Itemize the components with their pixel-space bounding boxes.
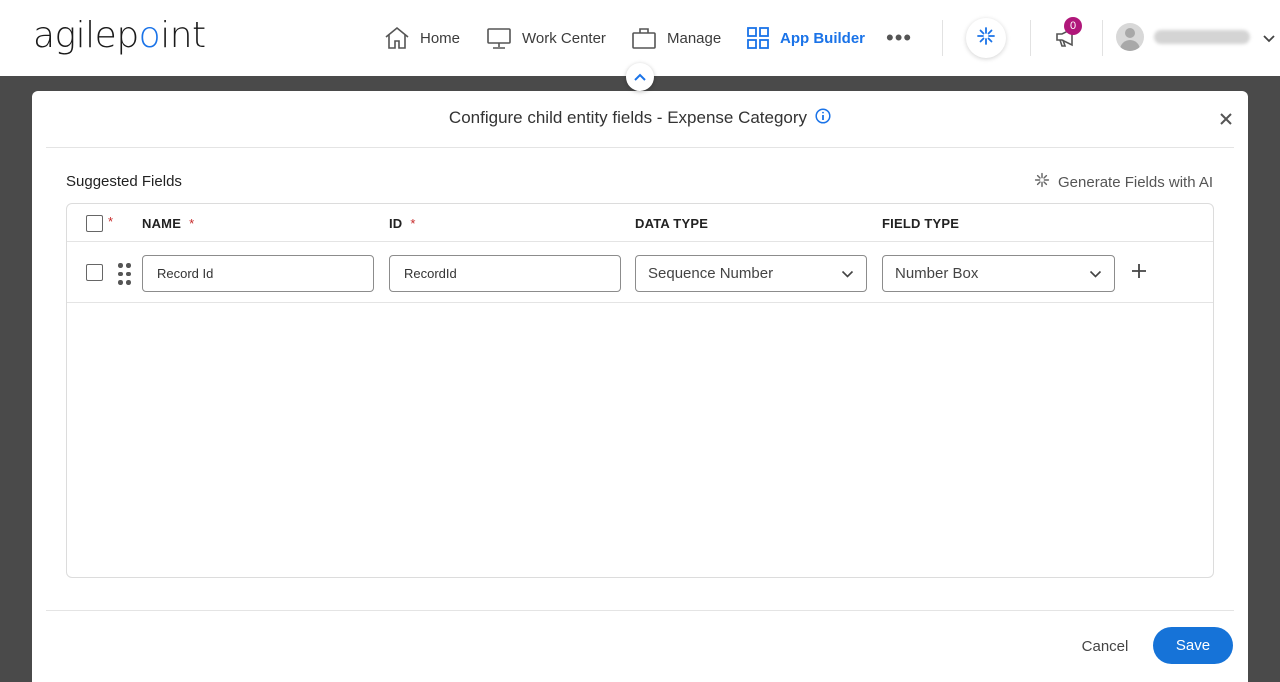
required-mark: *: [410, 216, 416, 231]
row-checkbox[interactable]: [86, 264, 103, 281]
info-icon[interactable]: [815, 107, 831, 129]
monitor-icon: [486, 26, 512, 50]
column-header-field-type: FIELD TYPE: [882, 216, 960, 231]
collapse-header-button[interactable]: [626, 63, 654, 91]
chevron-down-icon[interactable]: [1262, 31, 1276, 49]
close-icon[interactable]: [1218, 111, 1234, 127]
ai-assistant-button[interactable]: [966, 18, 1006, 58]
field-name-input[interactable]: Record Id: [142, 255, 374, 292]
nav-app-builder[interactable]: App Builder: [746, 24, 865, 52]
divider: [67, 241, 1213, 242]
required-mark: *: [189, 216, 195, 231]
column-header-id: ID *: [389, 216, 416, 231]
user-name-blurred[interactable]: [1154, 30, 1250, 44]
column-header-data-type: DATA TYPE: [635, 216, 709, 231]
nav-work-center-label: Work Center: [522, 29, 606, 47]
briefcase-icon: [631, 26, 657, 50]
column-header-name: NAME *: [142, 216, 194, 231]
data-type-select[interactable]: Sequence Number: [635, 255, 867, 292]
nav-manage-label: Manage: [667, 29, 722, 47]
column-header-name-label: NAME: [142, 216, 182, 231]
ai-sparkle-icon: [1034, 172, 1050, 192]
nav-manage[interactable]: Manage: [631, 24, 721, 52]
megaphone-icon: [1054, 27, 1078, 52]
dialog-title: Configure child entity fields - Expense …: [448, 108, 808, 127]
nav-work-center[interactable]: Work Center: [486, 24, 606, 52]
field-type-select[interactable]: Number Box: [882, 255, 1115, 292]
home-icon: [384, 26, 410, 50]
agilepoint-logo[interactable]: agilepoint: [33, 14, 206, 58]
chevron-down-icon: [841, 270, 854, 278]
data-type-value: Sequence Number: [648, 265, 774, 282]
divider: [1102, 20, 1103, 56]
more-menu-button[interactable]: •••: [886, 27, 912, 49]
divider: [1030, 20, 1031, 56]
chevron-down-icon: [1089, 270, 1102, 278]
field-id-input[interactable]: RecordId: [389, 255, 621, 292]
configure-fields-dialog: Configure child entity fields - Expense …: [32, 91, 1248, 682]
divider: [67, 302, 1213, 303]
divider: [942, 20, 943, 56]
avatar[interactable]: [1116, 23, 1144, 51]
divider: [46, 610, 1234, 611]
notification-count-badge: 0: [1064, 17, 1082, 35]
cancel-button[interactable]: Cancel: [1072, 634, 1138, 658]
generate-fields-ai-button[interactable]: Generate Fields with AI: [1034, 172, 1213, 192]
chevron-up-icon: [634, 68, 646, 86]
ai-sparkle-icon: [976, 26, 996, 51]
generate-fields-ai-label: Generate Fields with AI: [1058, 173, 1214, 191]
field-type-value: Number Box: [895, 265, 979, 282]
nav-home-label: Home: [420, 29, 461, 47]
select-all-checkbox[interactable]: [86, 215, 103, 232]
divider: [46, 147, 1234, 148]
add-row-plus-icon[interactable]: [1131, 263, 1147, 279]
required-mark: *: [108, 214, 114, 229]
column-header-id-label: ID: [389, 216, 403, 231]
drag-handle-icon[interactable]: [118, 263, 132, 285]
grid-icon: [746, 26, 770, 50]
save-button[interactable]: Save: [1153, 627, 1233, 664]
nav-home[interactable]: Home: [384, 24, 460, 52]
dialog-title-row: Configure child entity fields - Expense …: [32, 107, 1248, 129]
fields-table: * NAME * ID * DATA TYPE FIELD TYPE Record …: [66, 203, 1214, 578]
nav-app-builder-label: App Builder: [780, 29, 865, 47]
section-title: Suggested Fields: [66, 173, 182, 190]
